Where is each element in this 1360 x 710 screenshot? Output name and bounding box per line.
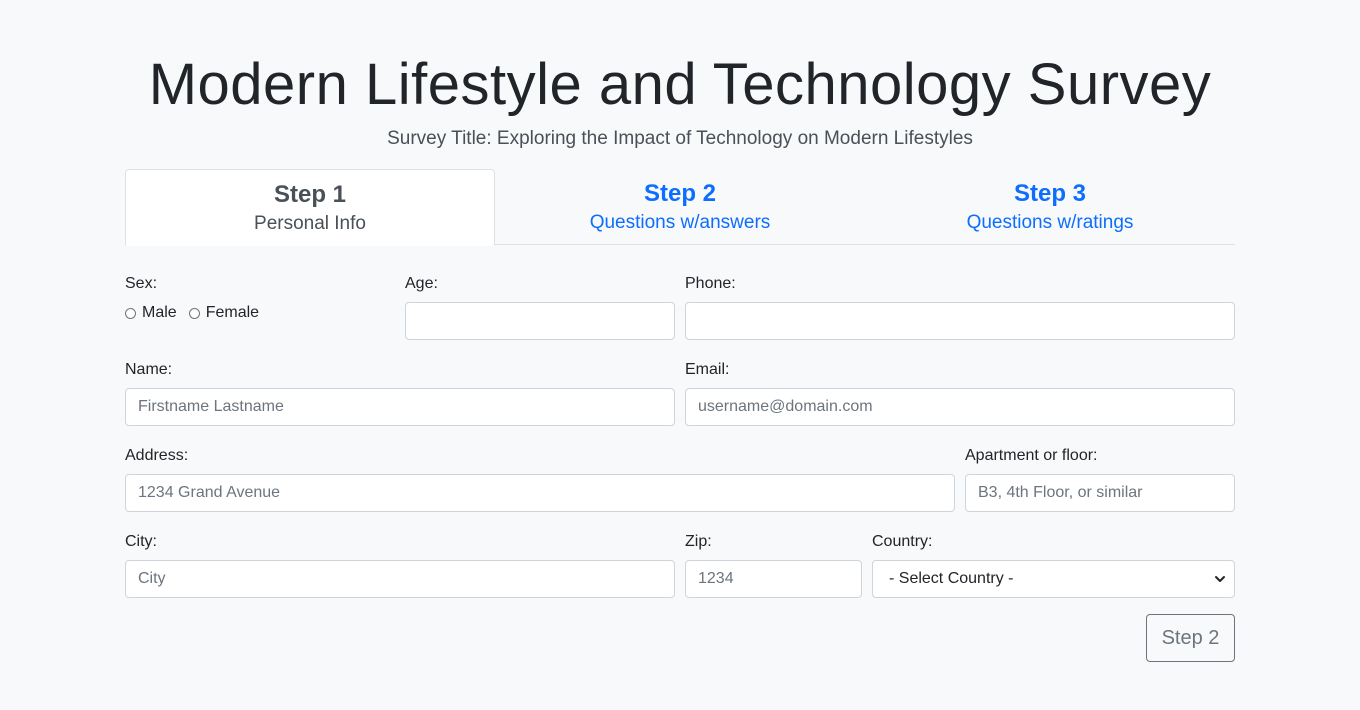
address-input[interactable] — [125, 474, 955, 512]
city-label: City: — [125, 533, 157, 550]
sex-option-male[interactable]: Male — [125, 304, 177, 322]
radio-male-label: Male — [142, 304, 177, 321]
page-subtitle: Survey Title: Exploring the Impact of Te… — [387, 128, 973, 149]
next-step-button[interactable]: Step 2 — [1146, 614, 1235, 662]
email-input[interactable] — [685, 388, 1235, 426]
radio-female-label: Female — [205, 304, 260, 321]
apartment-label: Apartment or floor: — [965, 447, 1098, 464]
sex-radio-group: Male Female — [125, 304, 271, 322]
country-select[interactable]: - Select Country - — [872, 560, 1235, 598]
tab-step-2-label: Questions w/answers — [589, 212, 771, 233]
apartment-input[interactable] — [965, 474, 1235, 512]
step-tabs: Step 1 Personal Info Step 2 Questions w/… — [125, 169, 1235, 246]
tab-step-1-label: Personal Info — [254, 213, 366, 234]
tab-step-1-title: Step 1 — [273, 181, 347, 208]
age-label: Age: — [405, 275, 438, 292]
address-label: Address: — [125, 447, 189, 464]
radio-female[interactable] — [188, 307, 200, 319]
tab-step-1[interactable]: Step 1 Personal Info — [125, 169, 495, 246]
city-input[interactable] — [125, 560, 675, 598]
tab-step-2-title: Step 2 — [643, 180, 717, 207]
zip-input[interactable] — [685, 560, 862, 598]
name-input[interactable] — [125, 388, 675, 426]
sex-option-female[interactable]: Female — [188, 304, 260, 322]
phone-label: Phone: — [685, 275, 736, 292]
age-input[interactable] — [405, 302, 675, 340]
tab-step-2[interactable]: Step 2 Questions w/answers — [495, 169, 865, 246]
name-label: Name: — [125, 361, 173, 378]
country-select-value: - Select Country - — [889, 570, 1014, 587]
page-title: Modern Lifestyle and Technology Survey — [148, 52, 1212, 117]
tab-step-3-title: Step 3 — [1013, 180, 1087, 207]
tab-step-3[interactable]: Step 3 Questions w/ratings — [865, 169, 1235, 246]
sex-label: Sex: — [125, 275, 158, 292]
zip-label: Zip: — [685, 533, 712, 550]
phone-input[interactable] — [685, 302, 1235, 340]
tab-step-3-label: Questions w/ratings — [966, 212, 1134, 233]
radio-male[interactable] — [125, 307, 136, 319]
email-label: Email: — [685, 361, 730, 378]
country-label: Country: — [872, 533, 933, 550]
chevron-down-icon — [1215, 576, 1225, 582]
